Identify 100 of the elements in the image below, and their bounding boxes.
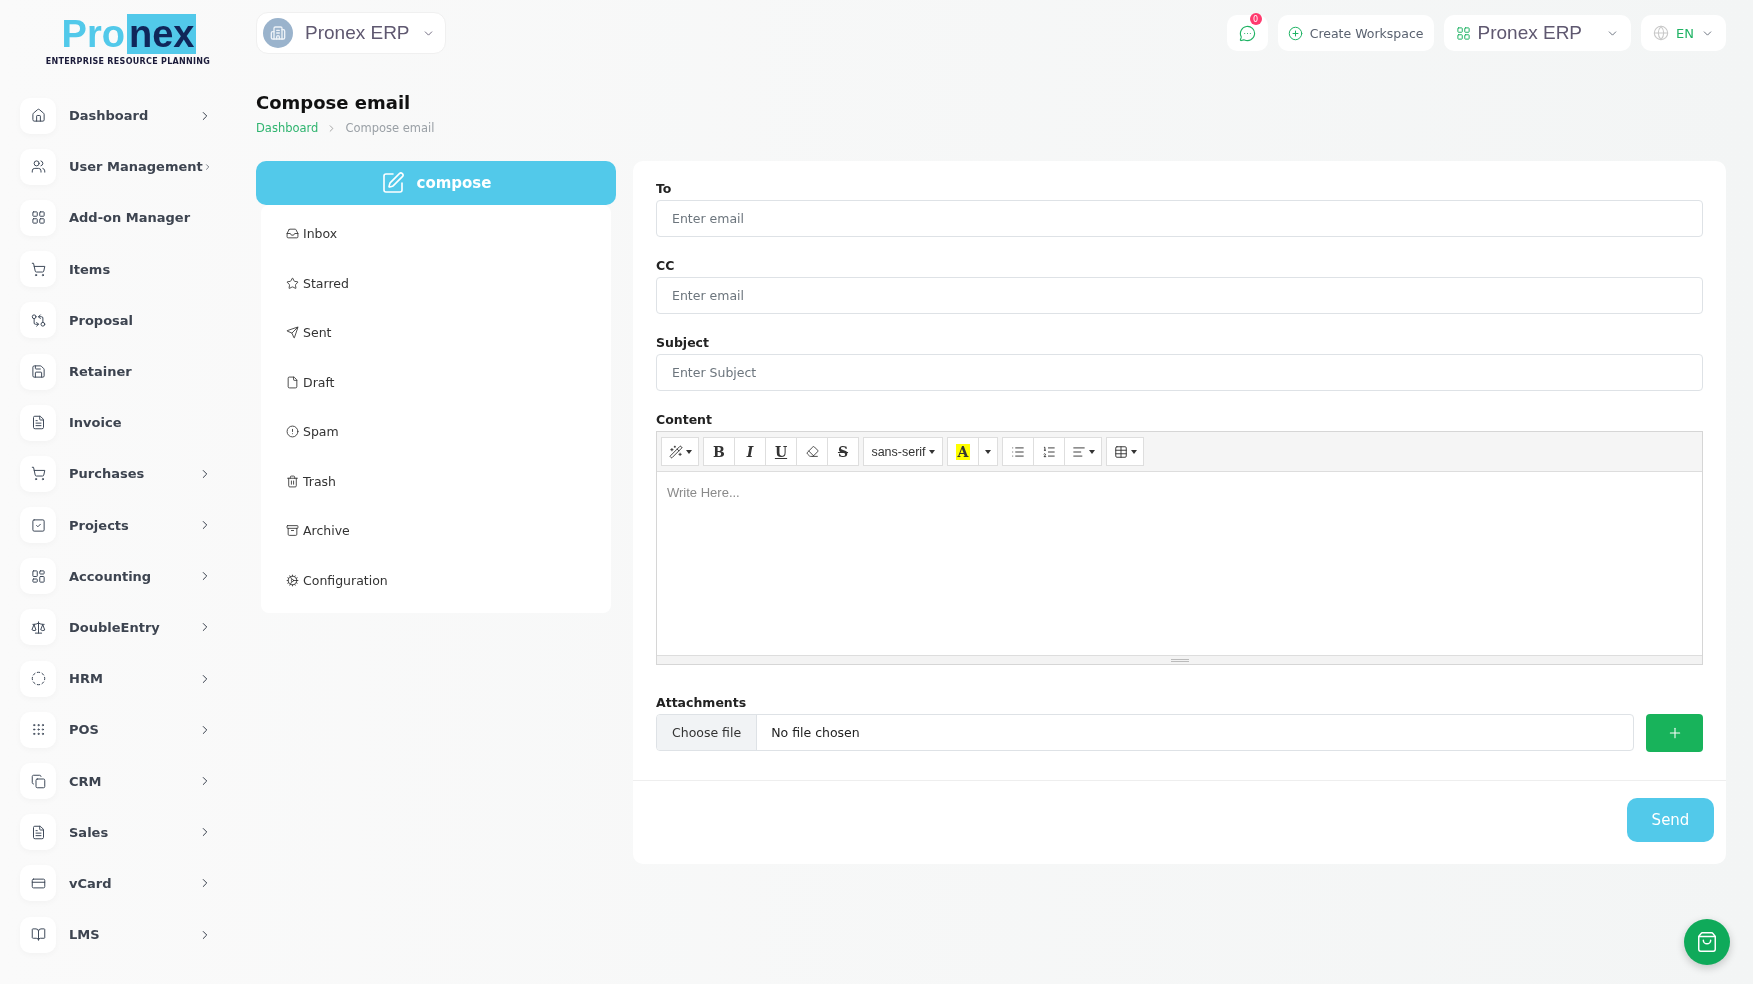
field-label: Attachments bbox=[656, 695, 748, 710]
sidebar-item[interactable]: Add-on Manager bbox=[69, 210, 232, 226]
book-icon bbox=[30, 927, 46, 943]
cart-button[interactable] bbox=[1684, 919, 1730, 965]
sidebar-item[interactable]: Proposal bbox=[69, 312, 232, 328]
document-icon-tile[interactable] bbox=[20, 814, 56, 851]
sidebar-item[interactable]: vCard bbox=[69, 875, 198, 891]
sidebar-item[interactable]: POS bbox=[69, 722, 198, 738]
users-icon-tile[interactable] bbox=[20, 148, 56, 185]
cart-icon-tile[interactable] bbox=[20, 251, 56, 288]
font-dropdown[interactable]: sans-serif bbox=[863, 437, 943, 466]
dots-grid-icon bbox=[30, 722, 46, 738]
star-icon bbox=[286, 276, 299, 290]
underline-button[interactable]: U bbox=[765, 437, 797, 466]
file-status: No file chosen bbox=[771, 725, 860, 740]
choose-file-button[interactable]: Choose file bbox=[657, 715, 758, 750]
inbox-icon bbox=[286, 227, 299, 241]
bullet-list-icon bbox=[1011, 444, 1025, 459]
sidebar-item[interactable]: Dashboard bbox=[69, 108, 198, 124]
sidebar-item[interactable]: Invoice bbox=[69, 415, 232, 431]
checkbox-icon-tile[interactable] bbox=[20, 507, 56, 544]
field-label: To bbox=[656, 181, 673, 196]
table-icon bbox=[1113, 444, 1128, 459]
editor-area[interactable]: Write Here... bbox=[657, 472, 1702, 655]
sidebar-item[interactable]: Accounting bbox=[69, 568, 198, 584]
copy-icon-tile[interactable] bbox=[20, 763, 56, 800]
mail-folder-link[interactable]: Archive bbox=[303, 523, 350, 539]
compare-arrows-icon bbox=[30, 312, 46, 328]
input-field[interactable]: Enter email bbox=[656, 200, 1703, 237]
trash-icon bbox=[286, 474, 299, 488]
send-icon bbox=[286, 326, 299, 340]
align-dropdown[interactable] bbox=[1064, 437, 1102, 466]
magic-wand-icon bbox=[668, 444, 683, 459]
mail-folder-link[interactable]: Inbox bbox=[303, 226, 338, 242]
sidebar-item[interactable]: LMS bbox=[69, 927, 198, 943]
clear-format-button[interactable] bbox=[796, 437, 828, 466]
grid-icon-tile[interactable] bbox=[20, 558, 56, 595]
sidebar-item[interactable]: Retainer bbox=[69, 364, 232, 380]
users-icon bbox=[30, 159, 46, 175]
grid-icon-tile[interactable] bbox=[20, 199, 56, 236]
bold-button[interactable]: B bbox=[703, 437, 735, 466]
copy-icon bbox=[30, 773, 46, 789]
eraser-icon bbox=[805, 445, 819, 458]
edit-icon bbox=[380, 171, 405, 195]
bullet-list-button[interactable] bbox=[1002, 437, 1034, 466]
card-icon-tile[interactable] bbox=[20, 865, 56, 902]
apps-icon bbox=[1455, 25, 1471, 41]
color-dropdown[interactable] bbox=[978, 437, 998, 466]
grid-icon bbox=[30, 210, 46, 226]
archive-icon bbox=[286, 524, 299, 538]
sidebar-item[interactable]: User Management bbox=[69, 159, 203, 175]
workspace-dropdown[interactable]: Pronex ERP bbox=[1443, 15, 1632, 51]
create-workspace-button[interactable]: Create Workspace bbox=[1277, 15, 1434, 51]
italic-button[interactable]: I bbox=[734, 437, 766, 466]
breadcrumb-current: Compose email bbox=[345, 121, 435, 135]
sidebar-item[interactable]: Projects bbox=[69, 517, 198, 533]
input-field[interactable]: Enter email bbox=[656, 277, 1703, 314]
file-input[interactable]: Choose file No file chosen bbox=[656, 714, 1634, 751]
page-title: Compose email bbox=[256, 92, 412, 113]
resize-handle[interactable] bbox=[657, 655, 1702, 664]
mail-folder-link[interactable]: Configuration bbox=[303, 572, 388, 588]
document-icon-tile[interactable] bbox=[20, 404, 56, 441]
field-label: CC bbox=[656, 258, 676, 273]
strikethrough-button[interactable]: S bbox=[827, 437, 859, 466]
document-icon bbox=[30, 824, 46, 840]
style-dropdown[interactable] bbox=[661, 437, 699, 466]
building-avatar bbox=[263, 18, 293, 48]
house-icon-tile[interactable] bbox=[20, 97, 56, 134]
sidebar-item[interactable]: DoubleEntry bbox=[69, 619, 198, 635]
dots-grid-icon-tile[interactable] bbox=[20, 711, 56, 748]
mail-folder-link[interactable]: Starred bbox=[303, 275, 349, 291]
field-label: Subject bbox=[656, 335, 710, 350]
sidebar-item[interactable]: HRM bbox=[69, 671, 198, 687]
logo: Pronex ENTERPRISE RESOURCE PLANNING bbox=[48, 14, 208, 66]
shopping-bag-icon bbox=[1696, 931, 1718, 953]
sidebar-item[interactable]: Sales bbox=[69, 824, 198, 840]
alert-icon bbox=[286, 425, 299, 439]
cart-icon bbox=[30, 466, 46, 482]
numbered-list-icon bbox=[1042, 444, 1056, 459]
mail-folder-link[interactable]: Draft bbox=[303, 374, 335, 390]
workspace-switcher[interactable]: Pronex ERP bbox=[256, 12, 446, 54]
cart-icon-tile[interactable] bbox=[20, 455, 56, 492]
dashed-circle-icon-tile[interactable] bbox=[20, 660, 56, 697]
sidebar-item[interactable]: Items bbox=[69, 261, 232, 277]
settings-icon bbox=[286, 573, 299, 587]
mail-folder-link[interactable]: Spam bbox=[303, 424, 339, 440]
plus-circle-icon bbox=[1287, 25, 1303, 41]
mail-folder-link[interactable]: Trash bbox=[303, 473, 337, 489]
text-color-button[interactable]: A bbox=[947, 437, 979, 466]
sidebar-item[interactable]: CRM bbox=[69, 773, 198, 789]
compare-arrows-icon-tile[interactable] bbox=[20, 302, 56, 339]
grid-icon bbox=[30, 568, 46, 584]
floppy-icon-tile[interactable] bbox=[20, 353, 56, 390]
sidebar-item[interactable]: Purchases bbox=[69, 466, 198, 482]
book-icon-tile[interactable] bbox=[20, 916, 56, 953]
table-dropdown[interactable] bbox=[1106, 437, 1144, 466]
numbered-list-button[interactable] bbox=[1033, 437, 1065, 466]
input-field[interactable]: Enter Subject bbox=[656, 354, 1703, 391]
mail-folder-link[interactable]: Sent bbox=[303, 325, 332, 341]
scale-icon-tile[interactable] bbox=[20, 609, 56, 646]
